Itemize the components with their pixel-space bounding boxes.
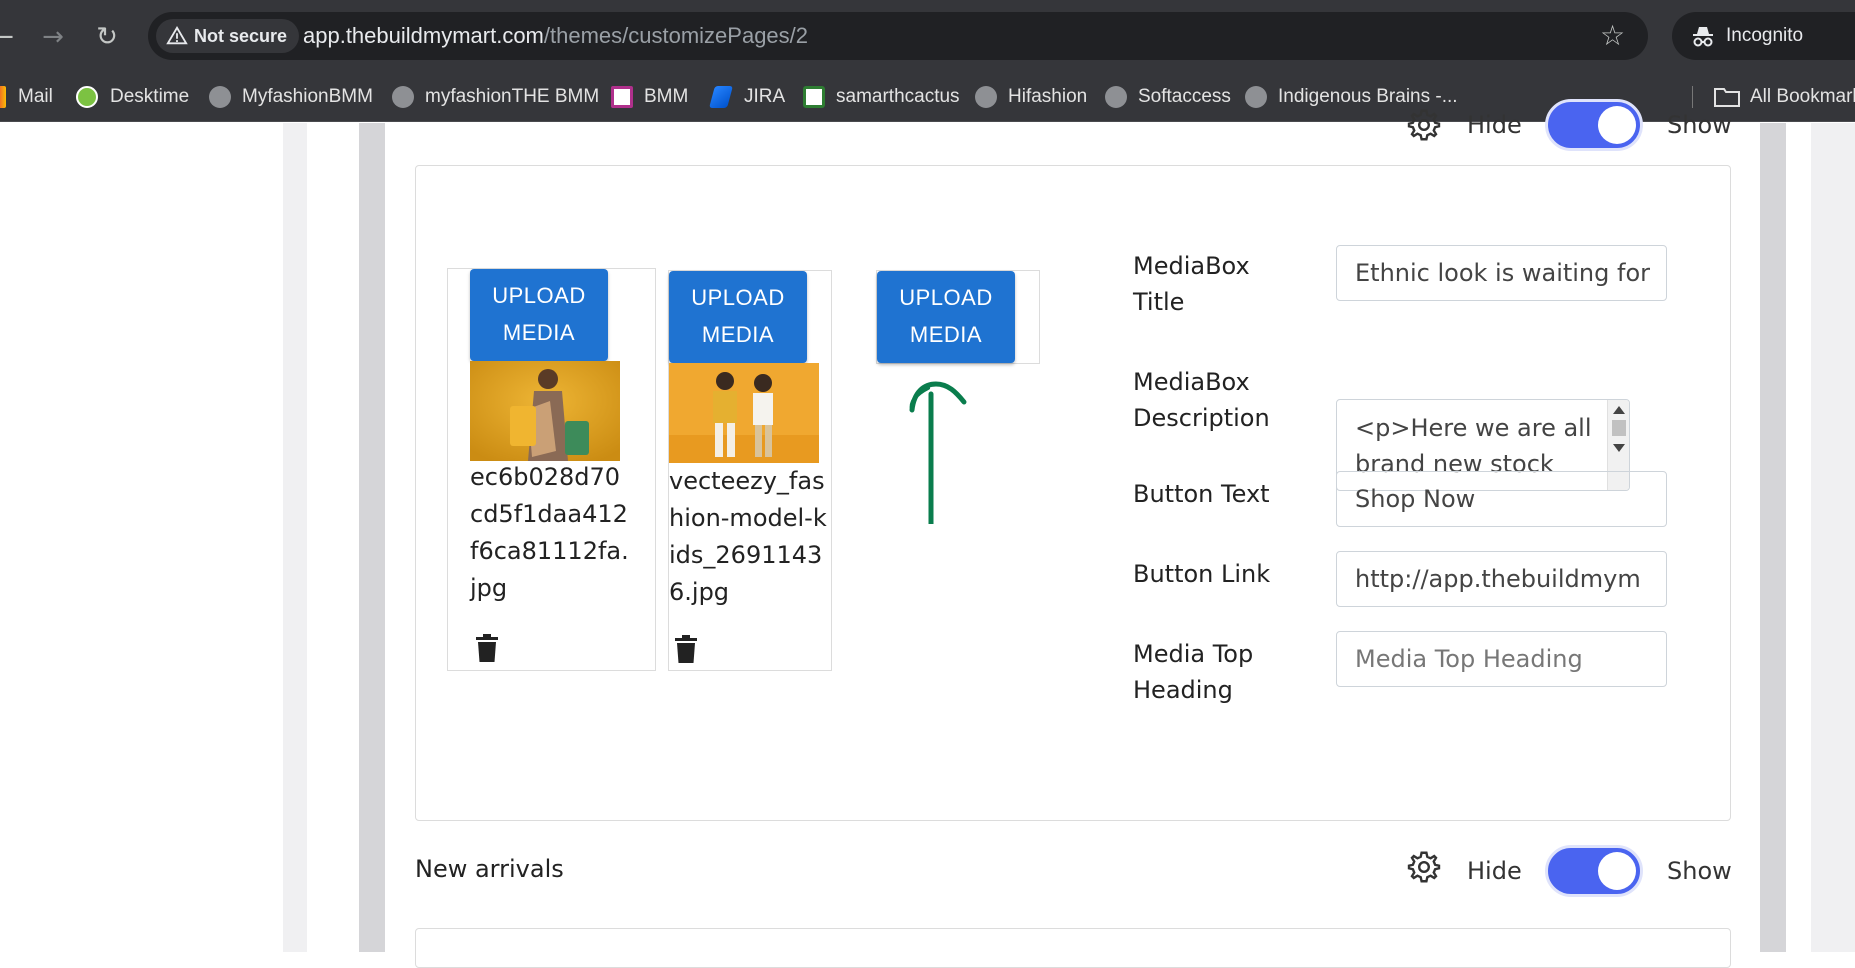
media-thumbnail bbox=[470, 361, 620, 461]
incognito-icon bbox=[1693, 27, 1713, 47]
incognito-label: Incognito bbox=[1726, 25, 1804, 46]
trash-icon[interactable] bbox=[476, 634, 498, 662]
media-filename: vecteezy_fashion-model-kids_26911436.jpg bbox=[669, 467, 827, 606]
switch-knob bbox=[1598, 852, 1636, 890]
security-chip[interactable]: Not secure bbox=[156, 19, 300, 53]
globe-icon bbox=[209, 86, 231, 108]
bookmark-myfashionbmm[interactable]: MyfashionBMM bbox=[209, 72, 373, 122]
warning-icon bbox=[166, 25, 188, 45]
button-text-input[interactable]: Shop Now bbox=[1336, 471, 1667, 527]
security-label: Not secure bbox=[194, 26, 288, 46]
back-icon[interactable]: ← bbox=[0, 20, 20, 54]
forward-icon[interactable]: → bbox=[36, 20, 70, 54]
reload-icon[interactable]: ↻ bbox=[90, 20, 124, 54]
scroll-down-icon[interactable] bbox=[1613, 444, 1625, 452]
media-item: UPLOAD MEDIA ec6b028d70cd5f1daa412f6ca811… bbox=[447, 268, 656, 671]
visibility-switch[interactable] bbox=[1545, 845, 1643, 897]
mediabox-card: UPLOAD MEDIA ec6b028d70cd5f1daa412f6ca811… bbox=[415, 165, 1731, 821]
media-thumbnail bbox=[669, 363, 819, 463]
mediabox-title-label: MediaBox Title bbox=[1133, 252, 1250, 316]
bookmark-star-icon[interactable]: ☆ bbox=[1600, 22, 1628, 50]
gmail-icon bbox=[0, 86, 6, 108]
upload-media-button[interactable]: UPLOAD MEDIA bbox=[669, 271, 807, 363]
page-viewport: Hide Show UPLOADMEDIA ec6b028d70cd5f1da bbox=[0, 99, 1855, 968]
scroll-thumb[interactable] bbox=[1612, 420, 1626, 436]
media-item: UPLOAD MEDIA vecteezy_fashion-model-kids_… bbox=[668, 270, 832, 671]
description-text: <p>Here we are all brand new stock bbox=[1355, 414, 1592, 478]
panel-border-left bbox=[359, 123, 385, 952]
media-item-empty: UPLOAD MEDIA bbox=[876, 270, 1040, 364]
scroll-up-icon[interactable] bbox=[1613, 406, 1625, 414]
mediabox-title-input[interactable]: Ethnic look is waiting for bbox=[1336, 245, 1667, 301]
gear-icon[interactable] bbox=[1406, 849, 1442, 885]
button-link-label: Button Link bbox=[1133, 560, 1271, 588]
media-top-heading-label: Media Top Heading bbox=[1133, 640, 1254, 704]
gear-icon[interactable] bbox=[1406, 107, 1442, 143]
bookmark-desktime[interactable]: Desktime bbox=[76, 72, 189, 122]
address-bar[interactable]: Not secure app.thebuildmymart.com/themes… bbox=[148, 12, 1648, 60]
new-arrivals-visibility-toggle: Hide Show bbox=[385, 835, 1760, 897]
url-text[interactable]: app.thebuildmymart.com/themes/customizeP… bbox=[303, 12, 808, 60]
trash-icon[interactable] bbox=[675, 635, 697, 663]
panel-border-right bbox=[1760, 123, 1786, 952]
panel-margin-left bbox=[307, 123, 359, 952]
show-label: Show bbox=[1667, 111, 1732, 139]
customize-panel: Hide Show UPLOADMEDIA ec6b028d70cd5f1da bbox=[385, 99, 1760, 968]
incognito-badge[interactable]: Incognito bbox=[1672, 12, 1855, 60]
upload-media-button[interactable]: UPLOAD MEDIA bbox=[470, 269, 608, 361]
new-arrivals-card bbox=[415, 928, 1731, 968]
section-visibility-toggle: Hide Show bbox=[385, 93, 1760, 153]
bookmark-mail[interactable]: Mail bbox=[0, 72, 53, 122]
upload-media-button[interactable]: UPLOAD MEDIA bbox=[877, 271, 1015, 363]
media-top-heading-input[interactable]: Media Top Heading bbox=[1336, 631, 1667, 687]
desktime-icon bbox=[76, 86, 98, 108]
button-link-input[interactable]: http://app.thebuildmym bbox=[1336, 551, 1667, 607]
button-text-label: Button Text bbox=[1133, 480, 1270, 508]
media-filename: ec6b028d70cd5f1daa412f6ca81112fa.jpg bbox=[470, 463, 629, 602]
browser-toolbar: ← → ↻ Not secure app.thebuildmymart.com/… bbox=[0, 0, 1855, 72]
mediabox-description-label: MediaBox Description bbox=[1133, 368, 1270, 432]
annotation-arrow-icon bbox=[909, 381, 967, 524]
hide-label: Hide bbox=[1467, 111, 1522, 139]
page-gutter-left bbox=[283, 123, 307, 952]
page-gutter-right bbox=[1811, 123, 1855, 952]
hide-label: Hide bbox=[1467, 857, 1522, 885]
visibility-switch[interactable] bbox=[1545, 99, 1643, 151]
panel-margin-right bbox=[1786, 123, 1811, 952]
switch-knob bbox=[1598, 106, 1636, 144]
show-label: Show bbox=[1667, 857, 1732, 885]
